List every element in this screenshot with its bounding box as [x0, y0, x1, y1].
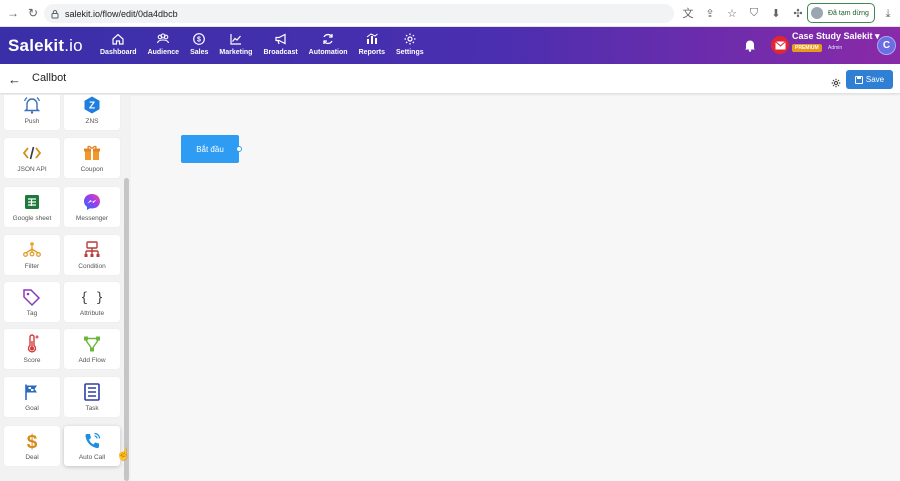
flag-icon: [25, 384, 37, 400]
browser-icons: 文 ⇪ ☆ ⛉ ⬇ ✣: [680, 5, 806, 21]
menu-reports[interactable]: Reports: [359, 32, 385, 56]
page-title: Callbot: [32, 72, 67, 84]
palette-google-sheet[interactable]: Google sheet: [4, 187, 60, 227]
palette-score[interactable]: Score: [4, 329, 60, 369]
palette-attribute[interactable]: { } Attribute: [64, 282, 120, 322]
palette-filter[interactable]: Filter: [4, 235, 60, 275]
app-header: Salekit.io Dashboard Audience $ Sales Ma…: [0, 27, 900, 64]
address-bar[interactable]: salekit.io/flow/edit/0da4dbcb: [44, 4, 674, 23]
premium-badge: PREMIUM: [792, 44, 822, 52]
code-icon: [22, 146, 42, 160]
star-icon[interactable]: ☆: [724, 5, 740, 21]
gear-icon: [404, 33, 416, 45]
share-icon[interactable]: ⇪: [702, 5, 718, 21]
flow-icon: [84, 336, 100, 352]
gift-icon: [84, 145, 100, 160]
palette-push[interactable]: Push: [4, 95, 60, 130]
menu-audience[interactable]: Audience: [148, 32, 179, 56]
url-text: salekit.io/flow/edit/0da4dbcb: [65, 8, 178, 19]
forward-icon[interactable]: →: [4, 4, 22, 22]
menu-settings[interactable]: Settings: [396, 32, 424, 56]
filter-icon: [23, 242, 41, 257]
svg-text:$: $: [197, 37, 201, 44]
chart-line-icon: [230, 34, 241, 45]
palette-task[interactable]: Task: [64, 377, 120, 417]
menu-dashboard[interactable]: Dashboard: [100, 32, 137, 56]
svg-text:{ }: { }: [82, 291, 102, 306]
svg-text:Z: Z: [89, 101, 95, 112]
logo[interactable]: Salekit.io: [8, 36, 83, 56]
palette-auto-call[interactable]: Auto Call: [64, 426, 120, 466]
lock-icon: [50, 9, 60, 19]
megaphone-icon: [274, 33, 286, 45]
avatar[interactable]: C: [877, 36, 896, 55]
main-menu: Dashboard Audience $ Sales Marketing Bro…: [100, 32, 435, 56]
zalo-icon: Z: [84, 96, 100, 114]
download-box-icon[interactable]: ⬇: [768, 5, 784, 21]
profile-avatar: [811, 7, 823, 19]
phone-icon: [85, 432, 101, 449]
page-title-bar: ← Callbot Save: [0, 64, 900, 94]
palette-zns[interactable]: Z ZNS: [64, 95, 120, 130]
palette-goal[interactable]: Goal: [4, 377, 60, 417]
extensions-icon[interactable]: ✣: [790, 5, 806, 21]
menu-broadcast[interactable]: Broadcast: [263, 32, 298, 56]
palette-condition[interactable]: Condition: [64, 235, 120, 275]
palette-messenger[interactable]: Messenger: [64, 187, 120, 227]
dollar-icon: $: [193, 33, 206, 45]
messenger-icon: [84, 194, 100, 210]
shield-icon[interactable]: ⛉: [746, 5, 762, 21]
menu-sales[interactable]: $ Sales: [190, 32, 208, 56]
palette-tag[interactable]: Tag: [4, 282, 60, 322]
paused-label: Đã tạm dừng: [828, 9, 869, 17]
refresh-icon: [323, 33, 333, 45]
translate-icon[interactable]: 文: [680, 5, 696, 21]
node-output-port[interactable]: [236, 146, 242, 152]
palette-coupon[interactable]: Coupon: [64, 138, 120, 178]
sheet-icon: [25, 195, 39, 209]
browser-toolbar: → ↻ salekit.io/flow/edit/0da4dbcb 文 ⇪ ☆ …: [0, 0, 900, 27]
svg-text:$: $: [27, 432, 38, 451]
menu-automation[interactable]: Automation: [309, 32, 348, 56]
palette-json-api[interactable]: JSON API: [4, 138, 60, 178]
task-icon: [84, 383, 100, 401]
account-name[interactable]: Case Study Salekit ▾: [792, 31, 880, 42]
tag-icon: [23, 289, 41, 307]
settings-gear-icon[interactable]: [831, 75, 841, 93]
dollar-sign-icon: $: [27, 432, 38, 451]
download-icon[interactable]: ⤓: [880, 6, 896, 22]
profile-paused-chip[interactable]: Đã tạm dừng: [807, 3, 875, 23]
mail-icon[interactable]: [771, 36, 789, 54]
floppy-icon: [854, 75, 863, 84]
cursor-hand-icon: ☝: [116, 447, 131, 461]
bell-icon: [23, 97, 41, 114]
palette-add-flow[interactable]: Add Flow: [64, 329, 120, 369]
sidebar-scrollbar[interactable]: [124, 178, 129, 481]
start-node[interactable]: Bắt đầu: [181, 135, 242, 163]
home-icon: [112, 33, 124, 45]
notification-bell-icon[interactable]: [743, 38, 757, 57]
menu-marketing[interactable]: Marketing: [219, 32, 252, 56]
people-icon: [157, 33, 170, 44]
save-button[interactable]: Save: [846, 70, 893, 89]
condition-icon: [84, 241, 100, 257]
thermometer-icon: [27, 334, 39, 353]
reload-icon[interactable]: ↻: [24, 4, 42, 22]
node-palette: Push Z ZNS JSON API Coupon Google sheet …: [0, 95, 131, 481]
braces-icon: { }: [82, 291, 102, 306]
bar-chart-icon: [366, 33, 378, 44]
back-arrow-icon[interactable]: ←: [8, 72, 21, 87]
palette-deal[interactable]: $ Deal: [4, 426, 60, 466]
account-role: Admin: [828, 45, 843, 51]
